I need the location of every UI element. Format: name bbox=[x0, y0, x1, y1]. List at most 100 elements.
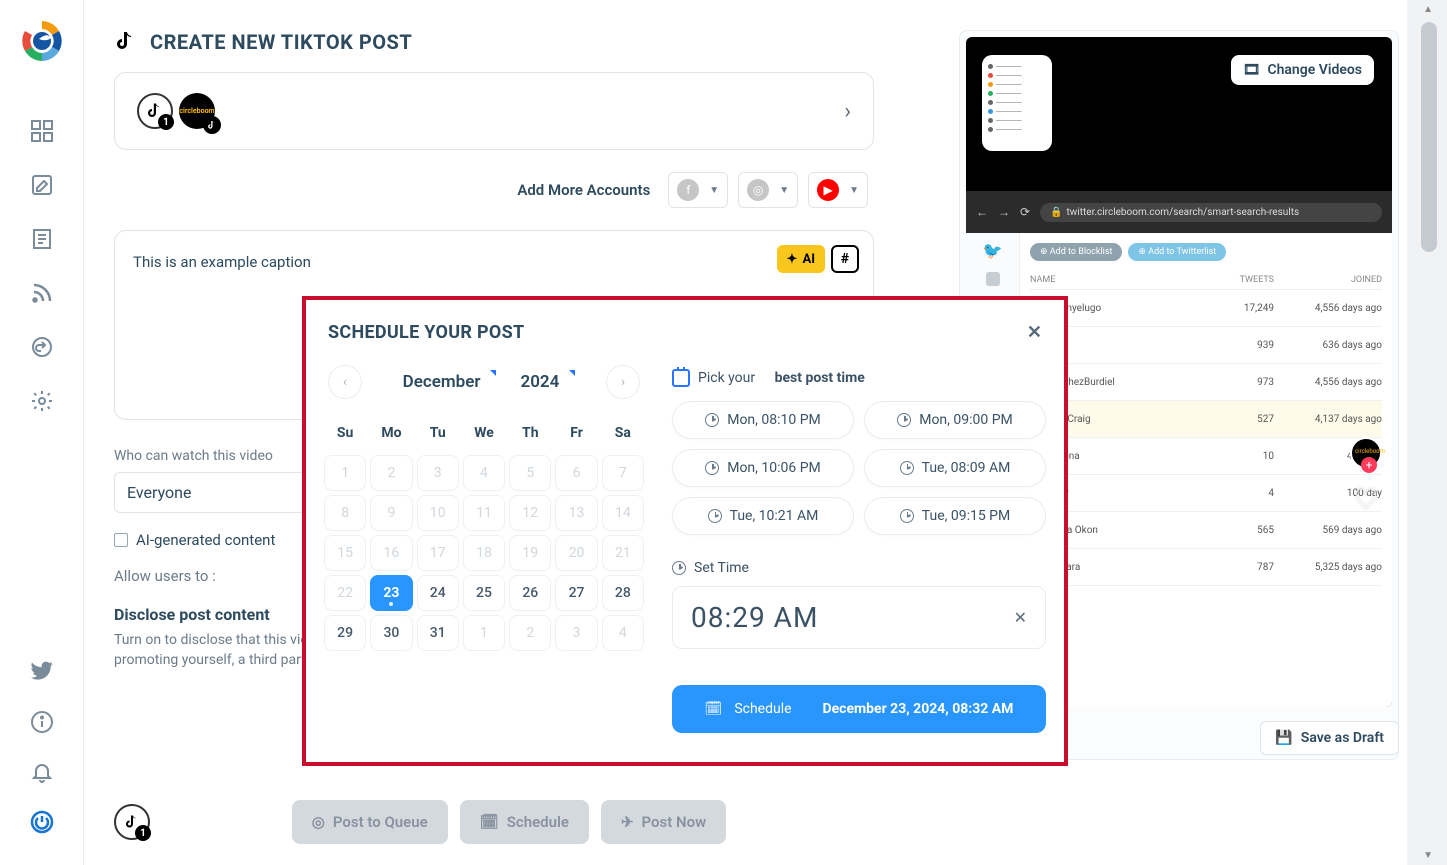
calendar: ‹ December 2024 › SuMoTuWeThFrSa12345678… bbox=[324, 365, 644, 733]
caption-text: This is an example caption bbox=[133, 253, 855, 271]
calendar-day: 12 bbox=[509, 495, 551, 531]
account-selector[interactable]: 1 circleboom › bbox=[114, 72, 874, 150]
dropdown-indicator-icon bbox=[490, 370, 496, 396]
heart-icon: ♡ bbox=[1353, 483, 1378, 516]
ai-button[interactable]: ✦AI bbox=[777, 245, 825, 273]
time-slot[interactable]: Mon, 08:10 PM bbox=[672, 401, 854, 439]
time-slot[interactable]: Mon, 09:00 PM bbox=[864, 401, 1046, 439]
add-instagram-dropdown[interactable]: ◎▼ bbox=[738, 172, 798, 208]
day-of-week: Fr bbox=[555, 419, 597, 451]
post-now-button[interactable]: ✈Post Now bbox=[601, 800, 726, 844]
nav-recycle-icon[interactable] bbox=[29, 334, 55, 360]
schedule-confirm-button[interactable]: 🗓 Schedule December 23, 2024, 08:32 AM bbox=[672, 685, 1046, 733]
calendar-day: 20 bbox=[555, 535, 597, 571]
day-of-week: Th bbox=[509, 419, 551, 451]
calendar-icon: 🗓 bbox=[705, 701, 723, 717]
filter-pill: ⊕ Add to Twitterlist bbox=[1128, 243, 1226, 261]
calendar-day[interactable]: 29 bbox=[324, 615, 366, 651]
next-month-button[interactable]: › bbox=[606, 365, 640, 399]
selected-accounts: 1 circleboom bbox=[137, 93, 215, 129]
scrollbar-track[interactable]: ▲ ▼ bbox=[1407, 0, 1447, 865]
calendar-day: 18 bbox=[463, 535, 505, 571]
bottom-action-bar: 1 ◎Post to Queue 🗓Schedule ✈Post Now bbox=[84, 779, 884, 865]
calendar-day[interactable]: 30 bbox=[370, 615, 412, 651]
scroll-down-icon[interactable]: ▼ bbox=[1423, 850, 1433, 861]
calendar-day: 8 bbox=[324, 495, 366, 531]
post-to-queue-button[interactable]: ◎Post to Queue bbox=[292, 800, 448, 844]
nav-settings-icon[interactable] bbox=[29, 388, 55, 414]
account-count-badge: 1 bbox=[135, 825, 151, 841]
time-slot[interactable]: Tue, 10:21 AM bbox=[672, 497, 854, 535]
time-slot[interactable]: Tue, 09:15 PM bbox=[864, 497, 1046, 535]
add-facebook-dropdown[interactable]: f▼ bbox=[668, 172, 728, 208]
calendar-day[interactable]: 24 bbox=[417, 575, 459, 611]
nav-rss-icon[interactable] bbox=[29, 280, 55, 306]
sidebar bbox=[0, 0, 84, 865]
change-videos-button[interactable]: 🎞Change Videos bbox=[1231, 55, 1374, 85]
day-of-week: Sa bbox=[602, 419, 644, 451]
day-of-week: Mo bbox=[370, 419, 412, 451]
nav-dashboard-icon[interactable] bbox=[29, 118, 55, 144]
facebook-icon: f bbox=[677, 179, 699, 201]
checkbox-icon[interactable] bbox=[114, 533, 128, 547]
hashtag-button[interactable]: # bbox=[831, 245, 859, 273]
nav-articles-icon[interactable] bbox=[29, 226, 55, 252]
nav-bell-icon[interactable] bbox=[29, 759, 55, 785]
month-select[interactable]: December bbox=[403, 372, 487, 392]
calendar-day: 1 bbox=[463, 615, 505, 651]
add-youtube-dropdown[interactable]: ▶▼ bbox=[808, 172, 868, 208]
calendar-day: 19 bbox=[509, 535, 551, 571]
chevron-down-icon: ▼ bbox=[779, 185, 789, 196]
nav-power-icon[interactable] bbox=[29, 809, 55, 835]
account-count-badge: 1 bbox=[158, 114, 174, 130]
nav-twitter-icon[interactable] bbox=[29, 659, 55, 685]
plus-icon: + bbox=[1361, 457, 1377, 473]
scrollbar-thumb[interactable] bbox=[1421, 22, 1437, 252]
add-accounts-label: Add More Accounts bbox=[517, 181, 650, 199]
calendar-day: 10 bbox=[417, 495, 459, 531]
calendar-day: 2 bbox=[509, 615, 551, 651]
nav-info-icon[interactable] bbox=[29, 709, 55, 735]
add-accounts-row: Add More Accounts f▼ ◎▼ ▶▼ bbox=[114, 172, 874, 208]
scroll-up-icon[interactable]: ▲ bbox=[1423, 4, 1433, 15]
nav-compose-icon[interactable] bbox=[29, 172, 55, 198]
time-selection: Pick your best post time Mon, 08:10 PMMo… bbox=[672, 365, 1046, 733]
calendar-day: 3 bbox=[417, 455, 459, 491]
year-select[interactable]: 2024 bbox=[520, 372, 565, 392]
youtube-icon: ▶ bbox=[817, 179, 839, 201]
calendar-day[interactable]: 25 bbox=[463, 575, 505, 611]
time-input[interactable]: 08:29 AM ✕ bbox=[672, 586, 1046, 649]
calendar-day[interactable]: 26 bbox=[509, 575, 551, 611]
clock-icon bbox=[900, 461, 914, 475]
sparkle-icon: ✦ bbox=[787, 252, 798, 267]
bottom-account-avatar[interactable]: 1 bbox=[114, 804, 150, 840]
calendar-day: 9 bbox=[370, 495, 412, 531]
calendar-day: 14 bbox=[602, 495, 644, 531]
table-row: vid Craig5274,137 days ago bbox=[1030, 401, 1382, 438]
calendar-day[interactable]: 23 bbox=[370, 575, 412, 611]
clear-time-icon[interactable]: ✕ bbox=[1014, 608, 1027, 627]
close-icon[interactable]: ✕ bbox=[1027, 322, 1042, 343]
pip-thumbnail: ────── ────── ────── ────── ────── ─────… bbox=[982, 55, 1052, 151]
time-slot[interactable]: Mon, 10:06 PM bbox=[672, 449, 854, 487]
share-count: ➦ 34.2K bbox=[1343, 632, 1380, 685]
calendar-day: 11 bbox=[463, 495, 505, 531]
calendar-day: 16 bbox=[370, 535, 412, 571]
calendar-day[interactable]: 28 bbox=[602, 575, 644, 611]
calendar-day[interactable]: 31 bbox=[417, 615, 459, 651]
prev-month-button[interactable]: ‹ bbox=[328, 365, 362, 399]
clock-icon bbox=[897, 413, 911, 427]
clock-icon bbox=[900, 509, 914, 523]
calendar-day: 4 bbox=[602, 615, 644, 651]
clock-icon bbox=[705, 461, 719, 475]
url-bar: 🔒twitter.circleboom.com/search/smart-sea… bbox=[1040, 203, 1382, 222]
save-as-draft-button[interactable]: 💾Save as Draft bbox=[1260, 721, 1399, 755]
schedule-modal: SCHEDULE YOUR POST ✕ ‹ December 2024 › S… bbox=[302, 296, 1068, 766]
calendar-day: 7 bbox=[602, 455, 644, 491]
time-slot[interactable]: Tue, 08:09 AM bbox=[864, 449, 1046, 487]
time-value: 08:29 AM bbox=[691, 601, 818, 634]
preview-logo-icon: 🐦 bbox=[983, 241, 1003, 260]
calendar-day: 2 bbox=[370, 455, 412, 491]
schedule-button[interactable]: 🗓Schedule bbox=[460, 800, 589, 844]
calendar-day[interactable]: 27 bbox=[555, 575, 597, 611]
